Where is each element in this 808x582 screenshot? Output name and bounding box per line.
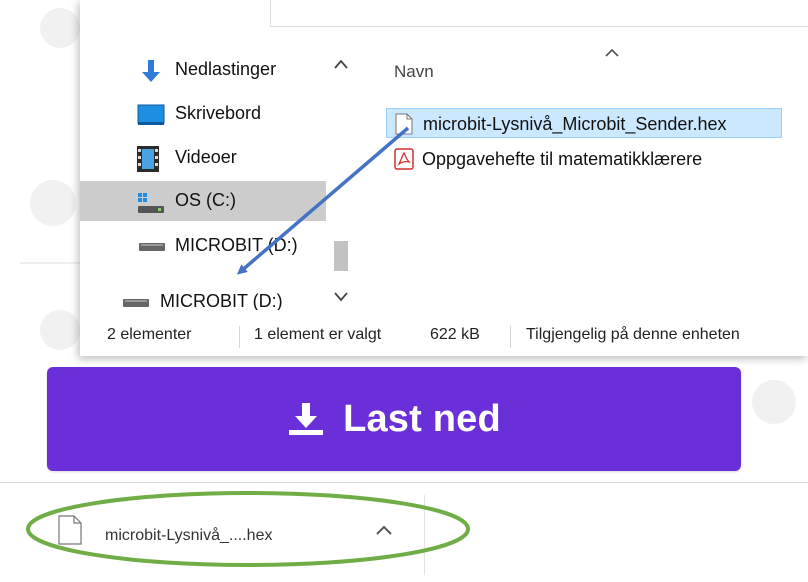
file-list-pane: Navn microbit-Lysnivå_Microbit_Sender.he… <box>356 0 808 310</box>
status-separator <box>239 326 240 348</box>
desktop-icon <box>137 104 165 131</box>
last-ned-button[interactable]: Last ned <box>47 367 741 471</box>
faded-circle <box>30 180 76 226</box>
file-explorer-window: Nedlastinger Skrivebord Videoer OS (C:) … <box>80 0 808 356</box>
windows-drive-icon <box>136 191 166 220</box>
download-bar-divider <box>0 482 808 483</box>
nav-item-label: MICROBIT (D:) <box>160 291 283 310</box>
film-strip-icon <box>137 146 159 177</box>
navigation-scrollbar[interactable] <box>326 35 356 310</box>
nav-item-label: OS (C:) <box>175 190 236 210</box>
nav-item-microbit-d-root[interactable]: MICROBIT (D:) <box>80 282 326 310</box>
file-name: microbit-Lysnivå_Microbit_Sender.hex <box>423 114 727 134</box>
download-button-label: Last ned <box>343 397 501 440</box>
nav-item-label: Videoer <box>175 147 237 167</box>
nav-item-os-c[interactable]: OS (C:) <box>80 181 326 221</box>
drive-icon <box>122 296 150 310</box>
faded-circle <box>40 8 80 48</box>
navigation-pane: Nedlastinger Skrivebord Videoer OS (C:) … <box>80 0 326 310</box>
nav-item-skrivebord[interactable]: Skrivebord <box>80 94 326 134</box>
file-row[interactable]: Oppgavehefte til matematikklærere <box>386 144 806 174</box>
status-separator <box>510 326 511 348</box>
nav-item-label: Nedlastinger <box>175 59 277 79</box>
download-bar-separator <box>424 495 425 575</box>
status-bar: 2 elementer 1 element er valgt 622 kB Ti… <box>80 312 808 356</box>
download-tray-icon <box>287 401 325 437</box>
nav-item-label: Skrivebord <box>175 103 262 123</box>
sort-ascending-icon[interactable] <box>604 44 620 62</box>
status-size: 622 kB <box>430 326 480 343</box>
scroll-down-icon[interactable] <box>334 292 348 302</box>
faded-line <box>20 262 80 264</box>
nav-item-label: MICROBIT (D:) <box>175 235 298 255</box>
download-file-name: microbit-Lysnivå_....hex <box>105 527 273 544</box>
nav-item-videoer[interactable]: Videoer <box>80 138 326 178</box>
column-header-name[interactable]: Navn <box>394 62 434 82</box>
faded-circle <box>752 380 796 424</box>
status-availability: Tilgjengelig på denne enheten <box>526 326 740 343</box>
document-icon <box>395 113 413 140</box>
status-item-count: 2 elementer <box>107 326 192 343</box>
scroll-up-icon[interactable] <box>334 59 348 69</box>
drive-icon <box>138 240 166 258</box>
status-selection: 1 element er valgt <box>254 326 382 343</box>
file-name: Oppgavehefte til matematikklærere <box>422 149 703 169</box>
download-item[interactable]: microbit-Lysnivå_....hex <box>55 505 415 565</box>
nav-item-microbit-d[interactable]: MICROBIT (D:) <box>80 226 326 266</box>
document-icon <box>58 515 82 550</box>
nav-item-nedlastinger[interactable]: Nedlastinger <box>80 50 326 90</box>
chevron-up-icon[interactable] <box>375 523 393 541</box>
download-arrow-icon <box>138 58 164 89</box>
faded-circle <box>40 310 80 350</box>
pdf-icon <box>394 148 414 175</box>
file-row[interactable]: microbit-Lysnivå_Microbit_Sender.hex <box>386 108 782 138</box>
scroll-thumb[interactable] <box>334 241 348 271</box>
